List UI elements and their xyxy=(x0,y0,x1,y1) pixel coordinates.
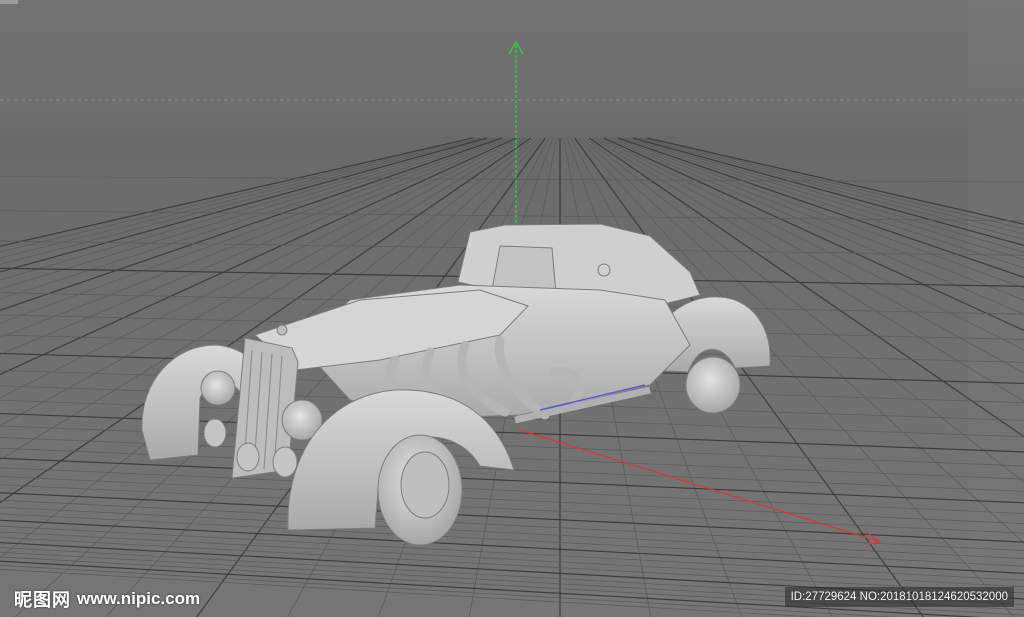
watermark-logo-text: 昵图网 xyxy=(14,590,71,611)
viewport-canvas[interactable] xyxy=(0,0,1024,617)
hub-cap xyxy=(400,451,450,519)
viewport-background xyxy=(0,0,1024,140)
viewport-corner-tag xyxy=(0,0,18,4)
rear-wheel xyxy=(685,356,741,414)
watermark-logo: 昵图网 www.nipic.com xyxy=(14,586,200,612)
left-headlight xyxy=(200,370,236,406)
hood-ornament xyxy=(276,324,288,336)
fog-light-left xyxy=(203,418,227,448)
side-mirror xyxy=(597,263,611,277)
fog-light-right xyxy=(272,446,298,478)
3d-viewport[interactable] xyxy=(0,0,1024,617)
watermark-id: ID:27729624 NO:20181018124620532000 xyxy=(784,587,1014,607)
watermark-site-url: www.nipic.com xyxy=(77,589,201,608)
fog-light-center xyxy=(236,442,260,472)
